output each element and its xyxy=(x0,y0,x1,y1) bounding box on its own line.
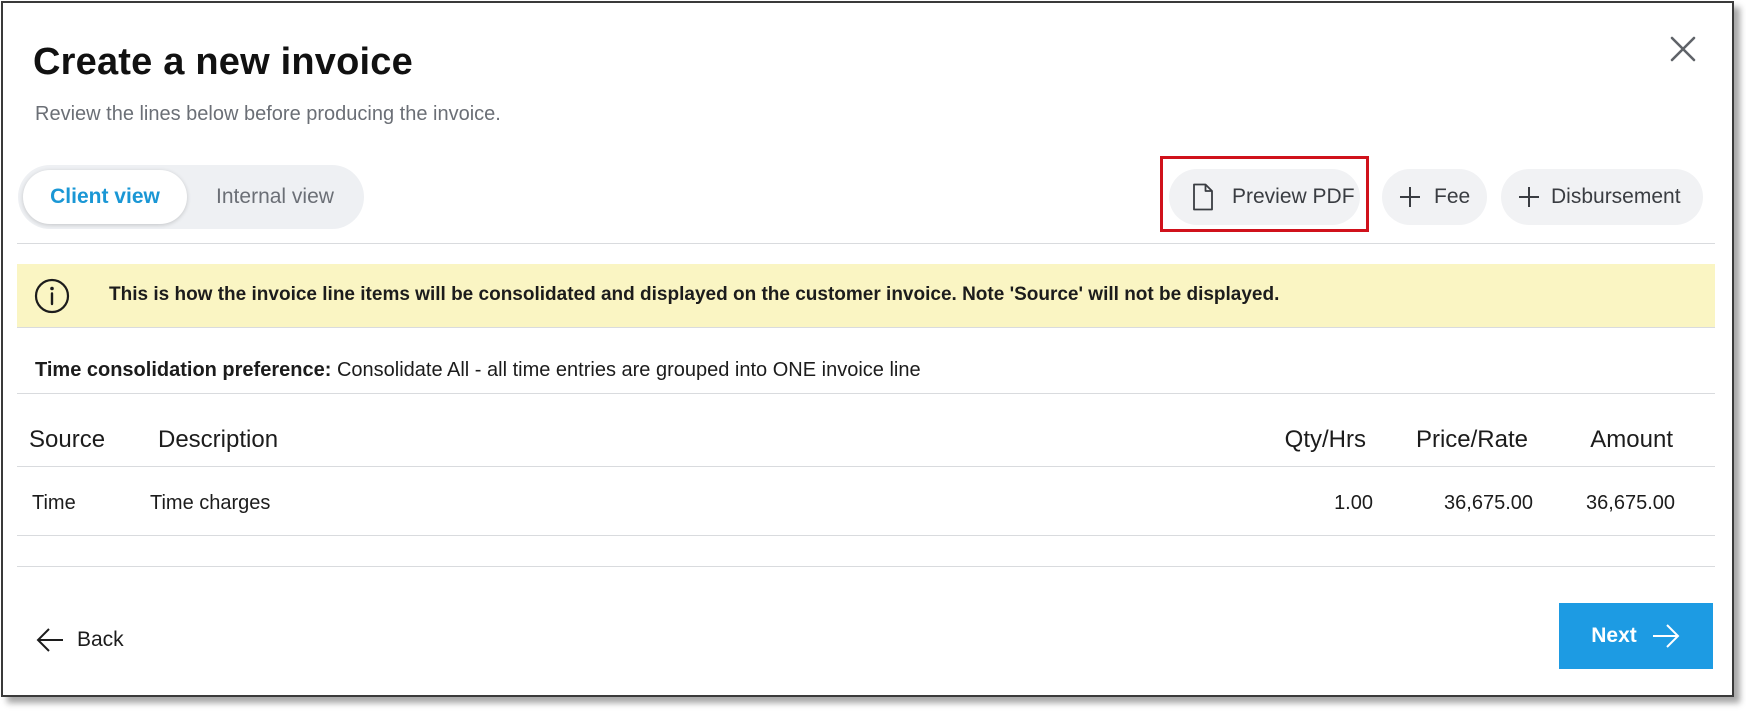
back-button[interactable]: Back xyxy=(35,623,124,657)
column-header-price: Price/Rate xyxy=(1415,426,1528,453)
column-header-amount: Amount xyxy=(1590,426,1673,453)
dialog-title: Create a new invoice xyxy=(33,41,413,83)
info-banner: This is how the invoice line items will … xyxy=(17,264,1715,328)
highlight-frame xyxy=(1160,156,1369,232)
arrow-left-icon xyxy=(36,628,63,652)
row-divider xyxy=(17,535,1715,536)
column-header-description: Description xyxy=(158,426,279,453)
info-icon xyxy=(34,278,70,314)
create-invoice-dialog: Create a new invoice Review the lines be… xyxy=(1,1,1734,697)
view-toggle: Client view Internal view xyxy=(18,165,364,229)
cell-description: Time charges xyxy=(150,492,271,514)
preference-divider xyxy=(17,393,1715,394)
cell-price: 36,675.00 xyxy=(1444,492,1533,514)
add-fee-button[interactable]: Fee xyxy=(1382,169,1487,225)
next-label: Next xyxy=(1591,624,1637,647)
cell-source: Time xyxy=(32,492,76,514)
footer-divider xyxy=(17,566,1715,567)
column-header-qty: Qty/Hrs xyxy=(1284,426,1366,453)
preference-label: Time consolidation preference: xyxy=(35,359,332,381)
header-divider xyxy=(17,466,1715,467)
add-disbursement-button[interactable]: Disbursement xyxy=(1501,169,1703,225)
close-icon xyxy=(1670,36,1696,62)
client-view-tab[interactable]: Client view xyxy=(23,170,187,224)
banner-text: This is how the invoice line items will … xyxy=(109,284,1280,305)
next-button[interactable]: Next xyxy=(1559,603,1713,669)
back-label: Back xyxy=(77,628,124,651)
toolbar-divider xyxy=(17,243,1715,244)
column-header-source: Source xyxy=(29,426,106,453)
cell-qty: 1.00 xyxy=(1334,492,1373,514)
close-button[interactable] xyxy=(1663,29,1703,69)
plus-icon xyxy=(1519,187,1539,207)
plus-icon xyxy=(1400,187,1420,207)
disbursement-label: Disbursement xyxy=(1551,185,1681,208)
arrow-right-icon xyxy=(1652,624,1680,648)
internal-view-tab[interactable]: Internal view xyxy=(194,170,356,224)
cell-amount: 36,675.00 xyxy=(1586,492,1675,514)
fee-label: Fee xyxy=(1434,185,1471,208)
preference-value: Consolidate All - all time entries are g… xyxy=(336,359,921,381)
consolidation-preference: Time consolidation preference: Consolida… xyxy=(35,359,921,382)
dialog-subtitle: Review the lines below before producing … xyxy=(35,103,501,125)
